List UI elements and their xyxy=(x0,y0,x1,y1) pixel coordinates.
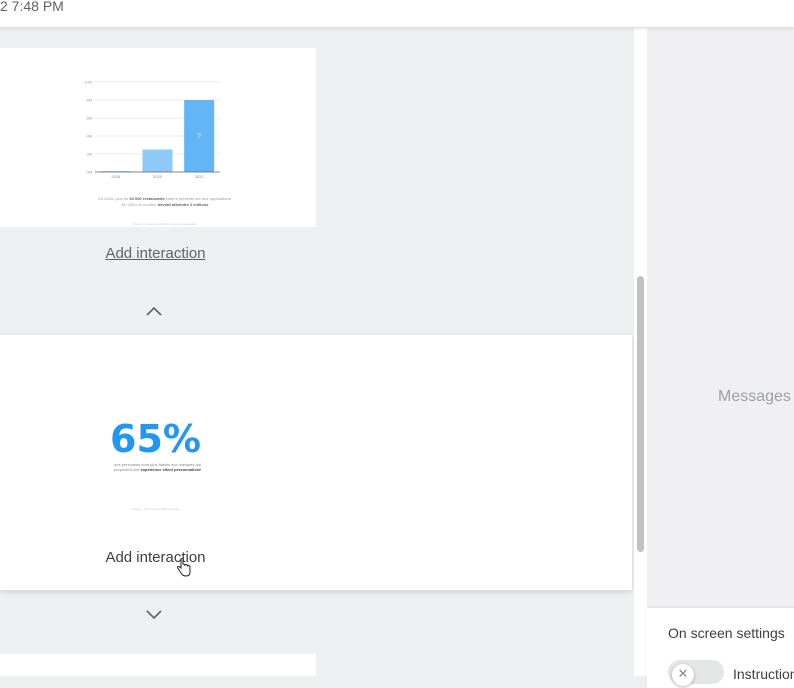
y-tick-label: 4M xyxy=(86,134,92,139)
chart-source: Source : lorem ipsum dolor sit amet cons… xyxy=(133,222,197,226)
slides-panel: 0M 2M 4M 6M 8M 10M 2016 2020? 2022 En 2016, plus… xyxy=(0,28,634,676)
x-tick-label: 2016 xyxy=(111,174,121,179)
y-tick-label: 6M xyxy=(86,116,92,121)
settings-title: On screen settings xyxy=(668,625,785,641)
stat-desc-bold: expérience client personnalisée xyxy=(140,467,202,472)
hand-pointer-icon xyxy=(176,558,191,577)
x-tick-label: 2020 xyxy=(153,174,163,179)
caption-text: En 2016, plus de xyxy=(98,196,130,201)
stat-value: 65% xyxy=(110,417,201,461)
slide-card-next[interactable] xyxy=(0,654,316,676)
toggle-label: Instructions xyxy=(733,666,794,682)
y-tick-label: 2M xyxy=(86,152,92,157)
x-tick-label: 2022 xyxy=(195,174,205,179)
caption-line2-bold: devrait atteindre 2 millions xyxy=(157,202,209,207)
slide-thumbnail-chart[interactable]: 0M 2M 4M 6M 8M 10M 2016 2020? 2022 En 2016, plus… xyxy=(0,48,316,227)
bar-2020 xyxy=(142,149,173,172)
close-icon: ✕ xyxy=(672,664,694,686)
caption-line2: En 2020 ce nombre xyxy=(121,202,158,207)
scrollbar-thumb[interactable] xyxy=(637,276,644,552)
y-tick-label: 0M xyxy=(86,170,92,175)
caption-text-end: étaient présents sur des applications. xyxy=(164,196,232,201)
stat-desc-line2: proposent une xyxy=(113,467,141,472)
stat-source: Source : lorem ipsum dolor sit amet xyxy=(131,507,180,511)
chevron-up-icon[interactable] xyxy=(145,304,163,318)
scrollbar[interactable] xyxy=(634,28,647,676)
status-time: 2 7:48 PM xyxy=(0,0,64,14)
chart-caption: En 2016, plus de 33 000 restaurants étai… xyxy=(95,196,235,208)
top-bar: 2 7:48 PM xyxy=(0,0,794,28)
instructions-toggle[interactable]: ✕ xyxy=(668,660,724,686)
messages-placeholder: Messages xyxy=(718,388,791,405)
messages-panel: Messages On screen settings ✕ Instructio… xyxy=(647,28,794,688)
chevron-down-icon[interactable] xyxy=(145,608,163,622)
add-interaction-button[interactable]: Add interaction xyxy=(0,549,311,566)
stat-description: des personnes sont plus fidèles aux marq… xyxy=(95,462,220,472)
caption-bold: 33 000 restaurants xyxy=(129,196,165,201)
slide-card-stat[interactable]: 65% des personnes sont plus fidèles aux … xyxy=(0,335,632,590)
y-tick-label: 8M xyxy=(86,98,92,103)
on-screen-settings: On screen settings ✕ Instructions xyxy=(647,608,794,688)
add-interaction-link[interactable]: Add interaction xyxy=(0,245,311,262)
y-tick-label: 10M xyxy=(84,80,92,85)
